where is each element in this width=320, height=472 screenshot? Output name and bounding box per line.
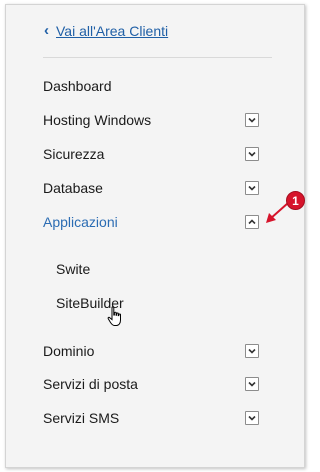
sidebar-item-label: Servizi di posta: [43, 376, 138, 392]
sidebar-item-label: Hosting Windows: [43, 112, 152, 128]
chevron-down-icon[interactable]: [245, 411, 259, 425]
sidebar-item-dashboard[interactable]: Dashboard: [43, 75, 259, 97]
sidebar-item-label: Applicazioni: [43, 214, 118, 230]
sidebar-item-servizi-sms[interactable]: Servizi SMS: [43, 407, 259, 429]
annotation-badge: 1: [286, 191, 305, 210]
sidebar-item-sicurezza[interactable]: Sicurezza: [43, 143, 259, 165]
sidebar-item-label: Sicurezza: [43, 146, 105, 162]
sidebar-item-hosting-windows[interactable]: Hosting Windows: [43, 109, 259, 131]
sidebar-item-label: Dominio: [43, 343, 95, 359]
divider: [43, 57, 272, 58]
sidebar-panel: ‹ Vai all'Area Clienti Dashboard Hosting…: [5, 4, 305, 468]
back-link-label: Vai all'Area Clienti: [56, 23, 169, 39]
sidebar-item-database[interactable]: Database: [43, 177, 259, 199]
chevron-down-icon[interactable]: [245, 377, 259, 391]
sidebar-item-servizi-di-posta[interactable]: Servizi di posta: [43, 373, 259, 395]
sidebar-item-label: Dashboard: [43, 78, 112, 94]
hand-cursor-icon: [107, 306, 121, 326]
chevron-down-icon[interactable]: [245, 113, 259, 127]
sidebar-item-applicazioni[interactable]: Applicazioni: [43, 211, 259, 233]
sidebar-item-label: Servizi SMS: [43, 410, 120, 426]
sidebar-item-label: Database: [43, 180, 103, 196]
back-to-client-area-link[interactable]: ‹ Vai all'Area Clienti: [44, 21, 169, 40]
chevron-down-icon[interactable]: [245, 344, 259, 358]
sidebar-item-dominio[interactable]: Dominio: [43, 340, 259, 362]
sidebar-subitem-swite[interactable]: Swite: [56, 258, 90, 280]
chevron-down-icon[interactable]: [245, 147, 259, 161]
chevron-left-icon: ‹: [44, 21, 49, 39]
